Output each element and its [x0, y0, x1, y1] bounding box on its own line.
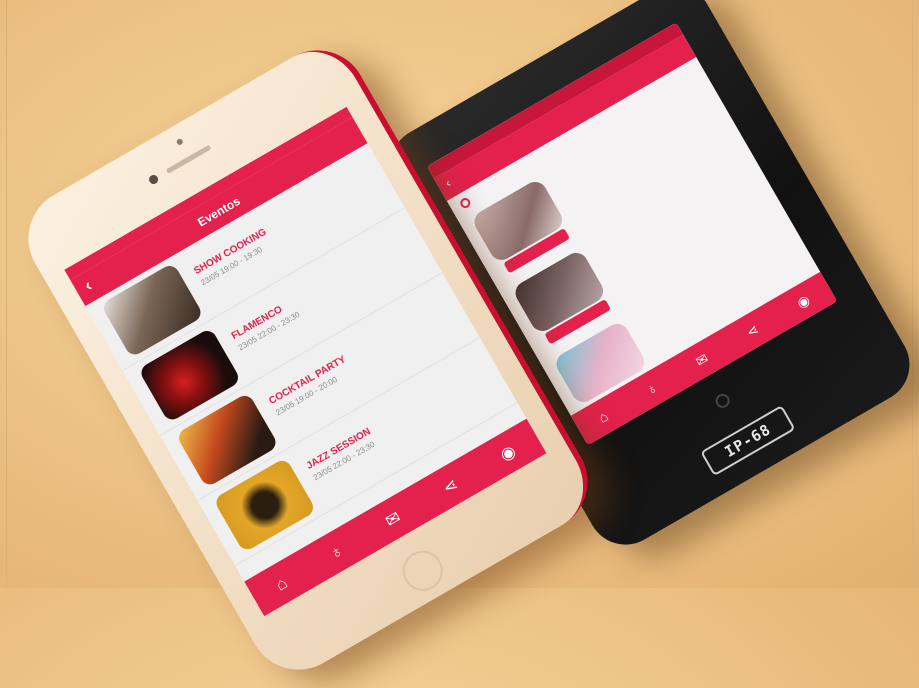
share-icon[interactable]: ⋖ — [439, 474, 461, 498]
back-icon[interactable]: ‹ — [443, 176, 453, 190]
chat-icon[interactable]: ✉ — [382, 507, 404, 531]
bell-icon[interactable]: ⌂ — [595, 408, 610, 426]
bottle-icon[interactable]: ♁ — [326, 540, 347, 563]
ip68-badge: IP-68 — [700, 404, 796, 477]
bottle-icon[interactable]: ♁ — [643, 379, 660, 398]
bell-icon[interactable]: ⌂ — [272, 573, 290, 595]
earpiece-speaker — [165, 144, 212, 174]
front-camera — [147, 173, 160, 186]
location-icon[interactable]: ◉ — [794, 291, 813, 311]
chat-icon[interactable]: ✉ — [693, 350, 711, 370]
share-icon[interactable]: ⋖ — [743, 321, 761, 341]
category-icon — [458, 196, 473, 210]
proximity-sensor — [175, 137, 184, 146]
home-button[interactable] — [713, 391, 733, 411]
home-button[interactable] — [395, 543, 451, 599]
location-icon[interactable]: ◉ — [496, 441, 518, 465]
